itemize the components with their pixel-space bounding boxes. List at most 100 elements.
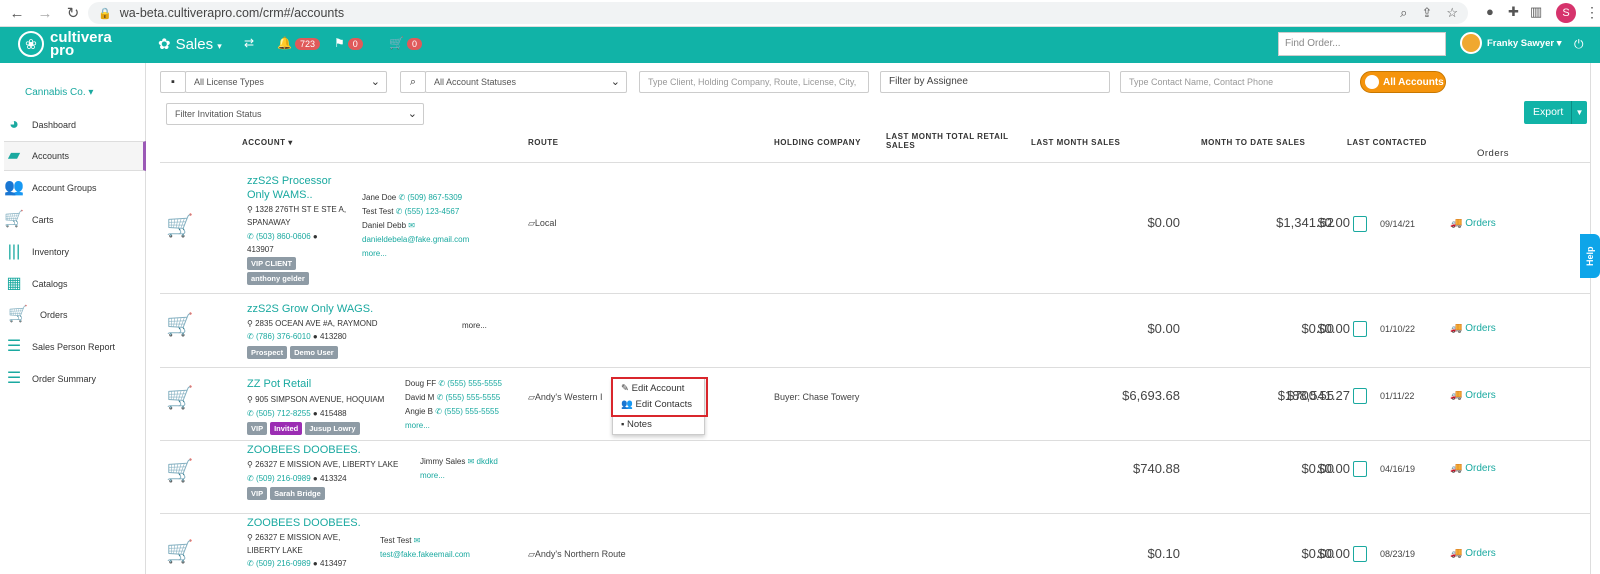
cart-icon[interactable]: 🛒 [166,312,193,338]
notes-item[interactable]: ▪ Notes [613,415,704,433]
sidebar-item-account-groups[interactable]: 👥 Account Groups [4,173,146,203]
back-icon[interactable]: ← [6,5,28,22]
account-name[interactable]: zzS2S Processor Only WAMS.. [247,174,331,202]
phone-link[interactable]: ✆ (503) 860-0606 [247,232,311,241]
orders-link[interactable]: 🚚 Orders [1450,463,1496,474]
account-phone-license: ✆ (509) 216-0989 ● 413497 [247,559,347,568]
mtd-sales: $1,341.62 [1276,215,1334,230]
bookmark-star-icon[interactable]: ☆ [1446,5,1458,21]
export-button[interactable]: Export ▼ [1524,101,1587,124]
sidebar-item-carts[interactable]: 🛒 Carts [4,205,146,235]
more-link[interactable]: more... [405,419,502,433]
sidepanel-icon[interactable]: ▥ [1530,4,1542,20]
notes-icon: ▪ [621,419,625,430]
cart-button[interactable]: 🛒 0 [389,36,422,50]
contact-row: Jimmy Sales ✉ dkdkd [420,455,498,469]
forward-icon[interactable]: → [34,5,56,22]
url-text[interactable]: wa-beta.cultiverapro.com/crm#/accounts [120,6,344,20]
switch-arrows-icon[interactable]: ⇄ [244,36,254,50]
note-icon[interactable] [1353,321,1367,337]
phone-link[interactable]: ✆ (509) 216-0989 [247,474,311,483]
tag-list: VIP Sarah Bridge [247,487,325,500]
address-bar[interactable]: 🔒 wa-beta.cultiverapro.com/crm#/accounts… [88,2,1468,24]
sidebar-item-sales-person-report[interactable]: ☰ Sales Person Report [4,332,146,362]
more-link[interactable]: more... [362,247,469,261]
orders-link[interactable]: 🚚 Orders [1450,323,1496,334]
contact-email[interactable]: ✉ dkdkd [468,457,498,466]
contact-email[interactable]: danieldebela@fake.gmail.com [362,233,469,247]
contact-phone[interactable]: ✆ (555) 555-5555 [438,379,502,388]
extension-icon[interactable]: ● [1486,4,1494,19]
invitation-status-select[interactable]: Filter Invitation Status ⌄ [166,103,424,125]
contact-phone[interactable]: ✆ (555) 123-4567 [396,207,460,216]
orders-link[interactable]: 🚚 Orders [1450,548,1496,559]
more-link[interactable]: more... [462,319,487,333]
sidebar-item-catalogs[interactable]: ▦ Catalogs [4,269,146,299]
search-input[interactable]: Type Client, Holding Company, Route, Lic… [639,71,869,93]
note-icon[interactable] [1353,388,1367,404]
envelope-icon[interactable]: ✉ [408,221,415,230]
contact-list: Jane Doe ✆ (509) 867-5309 Test Test ✆ (5… [362,191,469,261]
module-switcher[interactable]: ✿ Sales ▾ [158,35,222,53]
account-name[interactable]: ZOOBEES DOOBEES. [247,443,361,457]
chevron-down-icon: ▾ [1556,37,1562,49]
contact-phone[interactable]: ✆ (509) 867-5309 [398,193,462,202]
contact-search-input[interactable]: Type Contact Name, Contact Phone [1120,71,1350,93]
account-name[interactable]: ZZ Pot Retail [247,377,311,391]
profile-avatar[interactable]: S [1556,3,1576,23]
orders-link[interactable]: 🚚 Orders [1450,390,1496,401]
company-selector[interactable]: Cannabis Co. ▾ [25,87,93,98]
phone-link[interactable]: ✆ (786) 376-6010 [247,332,311,341]
power-icon[interactable]: ⏻ [1574,37,1584,52]
sidebar-item-inventory[interactable]: ||| Inventory [4,237,146,267]
license-type-select[interactable]: All License Types ⌄ [185,71,387,93]
cultivera-logo[interactable]: ❀ cultivera pro [18,30,112,58]
more-link[interactable]: more... [420,469,498,483]
contact-list: Test Test ✉ test@fake.fakeemail.com [380,534,470,562]
sidebar-item-dashboard[interactable]: ◕ Dashboard [4,110,146,140]
lm-retail-sales: $740.88 [1133,461,1180,476]
reload-icon[interactable]: ↻ [62,4,84,22]
assignee-input[interactable]: Filter by Assignee [880,71,1110,93]
find-order-input[interactable]: Find Order... [1278,32,1446,56]
note-icon[interactable] [1353,216,1367,232]
contact-phone[interactable]: ✆ (555) 555-5555 [435,407,499,416]
help-tab[interactable]: Help [1580,234,1600,278]
zoom-icon[interactable]: ⌕ [1400,5,1407,21]
sidebar-item-order-summary[interactable]: ☰ Order Summary [4,364,146,394]
notifications-button[interactable]: 🔔 723 [277,36,320,50]
cart-icon[interactable]: 🛒 [166,458,193,484]
caret-down-icon[interactable]: ▼ [1571,101,1587,124]
puzzle-icon[interactable]: ✚ [1508,4,1519,20]
sidebar-item-accounts[interactable]: ▰ Accounts [4,141,146,171]
cart-icon[interactable]: 🛒 [166,213,193,239]
envelope-icon[interactable]: ✉ [414,536,421,545]
note-icon[interactable] [1353,546,1367,562]
share-icon[interactable]: ⇪ [1421,5,1432,21]
note-icon[interactable] [1353,461,1367,477]
sidebar-item-orders[interactable]: 🛒 Orders [4,300,146,330]
phone-link[interactable]: ✆ (509) 216-0989 [247,559,311,568]
contact-row: Doug FF ✆ (555) 555-5555 [405,377,502,391]
phone-link[interactable]: ✆ (505) 712-8255 [247,409,311,418]
tag-list: VIP Invited Jusup Lowry [247,422,360,435]
account-name[interactable]: ZOOBEES DOOBEES. [247,516,361,530]
account-status-select[interactable]: All Account Statuses ⌄ [425,71,627,93]
all-accounts-toggle[interactable]: All Accounts [1360,71,1446,93]
cart-icon[interactable]: 🛒 [166,539,193,565]
cart-plus-icon: 🛒 [4,211,24,228]
flags-button[interactable]: ⚑ 0 [334,36,363,50]
contact-phone[interactable]: ✆ (555) 555-5555 [437,393,501,402]
last-contacted: 01/11/22 [1380,391,1415,401]
account-name[interactable]: zzS2S Grow Only WAGS. [247,302,373,316]
contact-phone-text: (555) 555-5555 [447,379,503,388]
cart-icon[interactable]: 🛒 [166,385,193,411]
col-header-account[interactable]: ACCOUNT ▾ [242,138,293,147]
browser-menu-icon[interactable]: ⋮ [1585,4,1599,21]
orders-link[interactable]: 🚚 Orders [1450,218,1496,229]
account-address: ⚲ 1328 276TH ST E STE A, SPANAWAY [247,205,347,227]
user-menu[interactable]: Franky Sawyer ▾ [1460,32,1562,54]
contact-email[interactable]: test@fake.fakeemail.com [380,548,470,562]
tag: VIP [247,487,268,500]
tag: Jusup Lowry [305,422,360,435]
